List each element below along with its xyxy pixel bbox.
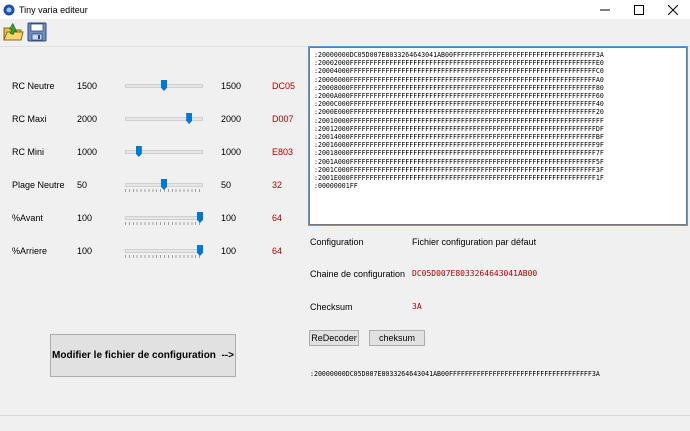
param-value-2: 50 [221, 180, 232, 190]
param-value: 100 [77, 246, 93, 256]
maximize-icon [634, 4, 644, 15]
param-label: RC Maxi [12, 114, 47, 124]
hex-line: :20014000FFFFFFFFFFFFFFFFFFFFFFFFFFFFFFF… [314, 133, 604, 142]
param-value: 100 [77, 213, 93, 223]
slider-thumb[interactable] [161, 80, 167, 91]
save-button[interactable] [26, 21, 48, 43]
toolbar [0, 19, 690, 46]
param-row-plage-neutre: Plage Neutre 50 50 32 [0, 177, 307, 195]
param-value: 50 [77, 180, 88, 190]
param-row-rc-neutre: RC Neutre 1500 1500 DC05 [0, 78, 307, 96]
hex-line: :20008000FFFFFFFFFFFFFFFFFFFFFFFFFFFFFFF… [314, 83, 604, 92]
param-value-2: 100 [221, 246, 237, 256]
avant-slider[interactable] [125, 212, 203, 228]
slider-track [125, 216, 203, 220]
chain-label: Chaine de configuration [310, 269, 406, 279]
param-row-rc-mini: RC Mini 1000 1000 E803 [0, 144, 307, 162]
hex-line: :2000A000FFFFFFFFFFFFFFFFFFFFFFFFFFFFFFF… [314, 92, 604, 101]
param-label: RC Neutre [12, 81, 55, 91]
param-label: %Avant [12, 213, 43, 223]
hex-line: :20002000FFFFFFFFFFFFFFFFFFFFFFFFFFFFFFF… [314, 59, 604, 68]
title-bar: Tiny varia editeur [0, 0, 690, 19]
open-button[interactable] [2, 21, 24, 43]
param-value: 2000 [77, 114, 98, 124]
param-value: 1000 [77, 147, 98, 157]
param-hex: DC05 [272, 81, 296, 91]
param-label: RC Mini [12, 147, 45, 157]
hex-line: :20018000FFFFFFFFFFFFFFFFFFFFFFFFFFFFFFF… [314, 149, 604, 158]
config-label: Configuration [310, 237, 364, 247]
app-icon [3, 4, 15, 15]
hex-line: :2000E000FFFFFFFFFFFFFFFFFFFFFFFFFFFFFFF… [314, 108, 604, 117]
slider-track [125, 249, 203, 253]
checksum-value: 3A [412, 302, 422, 311]
checksum-label: Checksum [310, 302, 353, 312]
slider-ticks [125, 222, 203, 225]
param-value-2: 100 [221, 213, 237, 223]
param-value-2: 1500 [221, 81, 242, 91]
arriere-slider[interactable] [125, 245, 203, 261]
plage-neutre-slider[interactable] [125, 179, 203, 195]
hex-line: :00000001FF [314, 182, 358, 191]
status-bar [0, 415, 690, 431]
open-folder-icon [3, 22, 24, 41]
hex-line: :2000C000FFFFFFFFFFFFFFFFFFFFFFFFFFFFFFF… [314, 100, 604, 109]
param-row-avant: %Avant 100 100 64 [0, 210, 307, 228]
redecoder-button[interactable]: ReDecoder [309, 330, 359, 346]
hex-line: :20006000FFFFFFFFFFFFFFFFFFFFFFFFFFFFFFF… [314, 75, 604, 84]
param-value-2: 2000 [221, 114, 242, 124]
hex-line: :2001E000FFFFFFFFFFFFFFFFFFFFFFFFFFFFFFF… [314, 174, 604, 183]
param-hex: 32 [272, 180, 283, 190]
hex-line: :20010000FFFFFFFFFFFFFFFFFFFFFFFFFFFFFFF… [314, 116, 604, 125]
hex-line: :2001A000FFFFFFFFFFFFFFFFFFFFFFFFFFFFFFF… [314, 157, 604, 166]
close-icon [668, 4, 678, 15]
hex-line: :20000000DC05D007E8033264643041AB00FFFFF… [314, 51, 604, 59]
parameters-panel: RC Neutre 1500 1500 DC05 RC Maxi 2000 20… [0, 47, 307, 415]
slider-ticks [125, 255, 203, 258]
param-hex: E803 [272, 147, 294, 157]
config-value: Fichier configuration par défaut [412, 237, 537, 247]
checksum-button[interactable]: cheksum [369, 330, 425, 346]
rc-mini-slider[interactable] [125, 146, 203, 162]
param-value: 1500 [77, 81, 98, 91]
hex-line: :20016000FFFFFFFFFFFFFFFFFFFFFFFFFFFFFFF… [314, 141, 604, 150]
hex-file-textbox[interactable]: :20000000DC05D007E8033264643041AB00FFFFF… [308, 46, 688, 226]
param-hex: D007 [272, 114, 294, 124]
close-button[interactable] [656, 0, 690, 19]
rc-maxi-slider[interactable] [125, 113, 203, 129]
modify-config-button[interactable]: Modifier le fichier de configuration --> [50, 334, 236, 377]
hex-line: :20012000FFFFFFFFFFFFFFFFFFFFFFFFFFFFFFF… [314, 124, 604, 133]
hex-line: :2001C000FFFFFFFFFFFFFFFFFFFFFFFFFFFFFFF… [314, 165, 604, 174]
window-title: Tiny varia editeur [19, 4, 88, 15]
param-row-rc-maxi: RC Maxi 2000 2000 D007 [0, 111, 307, 129]
param-value-2: 1000 [221, 147, 242, 157]
param-label: Plage Neutre [12, 180, 65, 190]
param-hex: 64 [272, 213, 283, 223]
save-disk-icon [27, 22, 47, 42]
param-hex: 64 [272, 246, 283, 256]
param-row-arriere: %Arriere 100 100 64 [0, 243, 307, 261]
output-hex-line: :20000000DC05D007E8033264643041AB00FFFFF… [310, 370, 600, 378]
rc-neutre-slider[interactable] [125, 80, 203, 96]
hex-line: :20004000FFFFFFFFFFFFFFFFFFFFFFFFFFFFFFF… [314, 67, 604, 76]
minimize-button[interactable] [588, 0, 622, 19]
chain-value: DC05D007E8033264643041AB00 [412, 269, 538, 278]
param-label: %Arriere [12, 246, 48, 256]
slider-thumb[interactable] [135, 146, 142, 157]
maximize-button[interactable] [622, 0, 656, 19]
slider-thumb[interactable] [186, 113, 193, 124]
minimize-icon [600, 9, 610, 10]
